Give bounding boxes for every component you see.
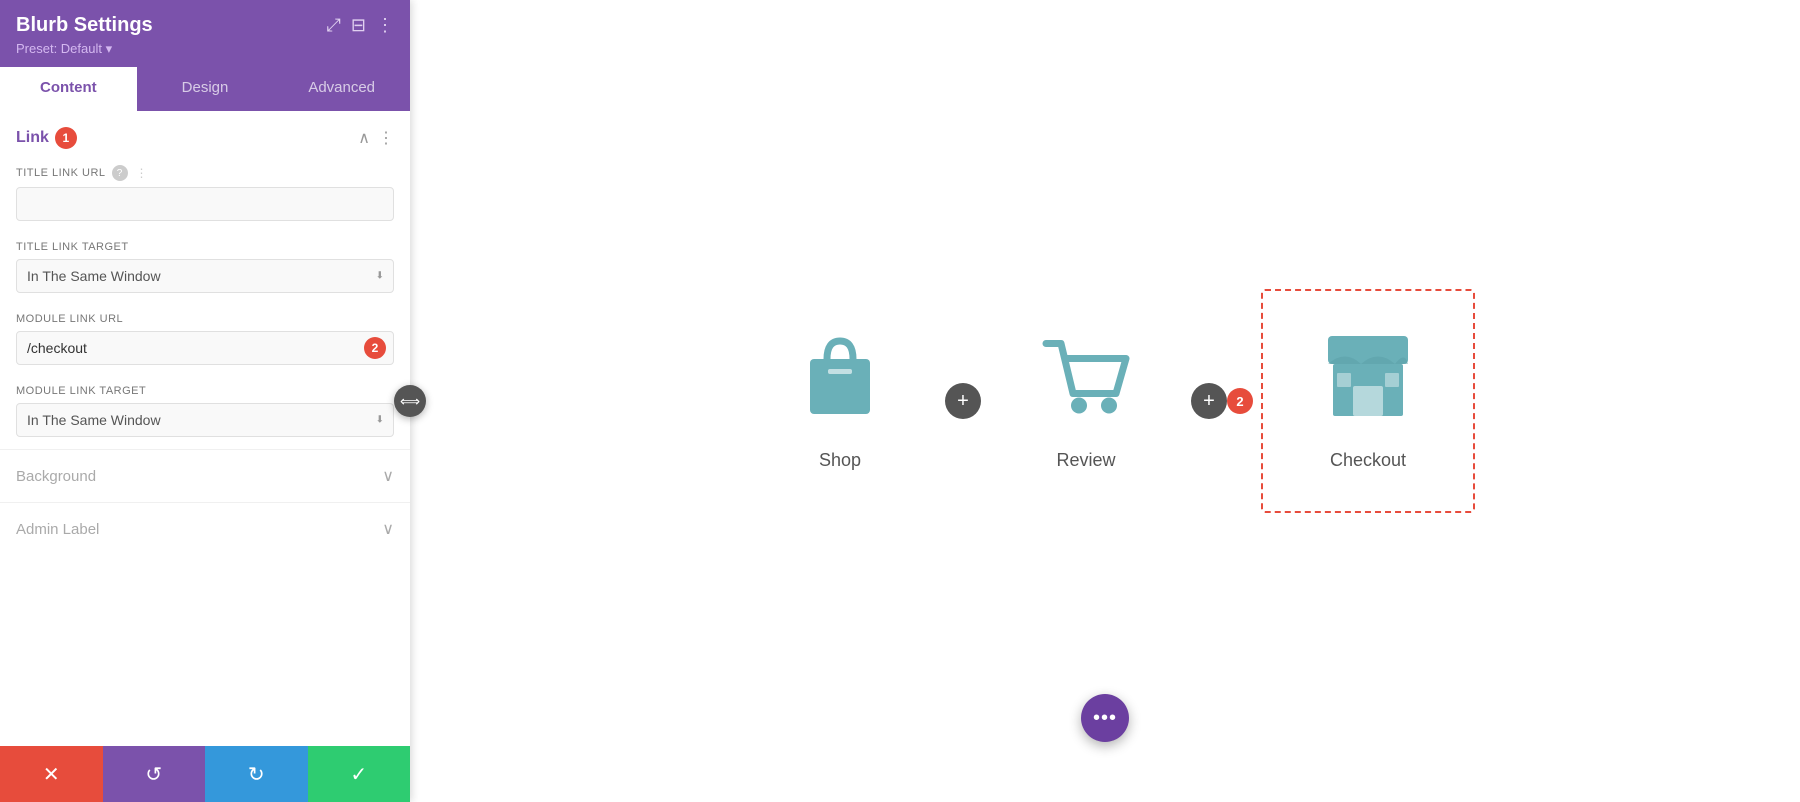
- fullscreen-icon[interactable]: ⤢: [327, 15, 341, 36]
- link-section-title: Link 1: [16, 127, 77, 149]
- undo-button[interactable]: ↺: [103, 746, 206, 802]
- link-section: Link 1 ∧ ⋮ Title Link URL ? ⋮: [0, 111, 410, 449]
- title-link-target-group: Title Link Target In The Same Window In …: [0, 233, 410, 305]
- review-label: Review: [1056, 450, 1115, 471]
- collapse-icon[interactable]: ∧: [358, 128, 370, 148]
- shop-label: Shop: [819, 450, 861, 471]
- title-link-url-input[interactable]: [16, 187, 394, 221]
- link-badge: 1: [55, 127, 77, 149]
- blurb-shop[interactable]: Shop: [735, 291, 945, 511]
- blurb-review[interactable]: Review: [981, 291, 1191, 511]
- background-chevron: ∨: [382, 466, 394, 486]
- link-section-header: Link 1 ∧ ⋮: [0, 111, 410, 157]
- module-link-url-group: Module Link URL 2: [0, 305, 410, 377]
- panel-preset[interactable]: Preset: Default ▾: [16, 41, 394, 57]
- module-link-target-group: Module Link Target In The Same Window In…: [0, 377, 410, 449]
- add-between-shop-review[interactable]: +: [945, 383, 981, 419]
- module-link-target-select-wrap: In The Same Window In A New Window: [16, 403, 394, 437]
- background-section[interactable]: Background ∨: [0, 449, 410, 502]
- link-label: Link: [16, 129, 49, 147]
- tab-advanced[interactable]: Advanced: [273, 67, 410, 111]
- tab-content[interactable]: Content: [0, 67, 137, 111]
- field-more-icon[interactable]: ⋮: [136, 166, 148, 180]
- title-link-url-label: Title Link URL ? ⋮: [16, 165, 394, 181]
- module-link-url-input[interactable]: [16, 331, 394, 365]
- redo-button[interactable]: ↻: [205, 746, 308, 802]
- canvas-badge-2: 2: [1227, 388, 1253, 414]
- background-label: Background: [16, 468, 96, 485]
- columns-icon[interactable]: ⊟: [351, 15, 366, 36]
- panel-header-icons: ⤢ ⊟ ⋮: [327, 15, 395, 36]
- module-link-target-label: Module Link Target: [16, 385, 394, 397]
- admin-label-section[interactable]: Admin Label ∨: [0, 502, 410, 555]
- module-link-url-label: Module Link URL: [16, 313, 394, 325]
- module-link-target-select[interactable]: In The Same Window In A New Window: [16, 403, 394, 437]
- canvas-content: Shop + Review + 2: [505, 289, 1705, 513]
- panel-header: Blurb Settings ⤢ ⊟ ⋮ Preset: Default ▾: [0, 0, 410, 67]
- cancel-button[interactable]: ✕: [0, 746, 103, 802]
- admin-label-text: Admin Label: [16, 521, 99, 538]
- checkout-label: Checkout: [1330, 450, 1406, 471]
- title-link-target-label: Title Link Target: [16, 241, 394, 253]
- add-between-review-checkout[interactable]: +: [1191, 383, 1227, 419]
- dots-fab[interactable]: •••: [1081, 694, 1129, 742]
- panel-footer: ✕ ↺ ↻ ✓: [0, 746, 410, 802]
- shop-icon: [795, 331, 885, 434]
- left-panel: Blurb Settings ⤢ ⊟ ⋮ Preset: Default ▾ C…: [0, 0, 410, 802]
- save-button[interactable]: ✓: [308, 746, 411, 802]
- resize-handle[interactable]: ⟺: [394, 385, 426, 417]
- blurb-checkout[interactable]: Checkout: [1261, 289, 1475, 513]
- tab-design[interactable]: Design: [137, 67, 274, 111]
- admin-label-chevron: ∨: [382, 519, 394, 539]
- panel-tabs: Content Design Advanced: [0, 67, 410, 111]
- canvas: Shop + Review + 2: [410, 0, 1800, 802]
- title-link-url-group: Title Link URL ? ⋮: [0, 157, 410, 233]
- module-link-url-wrap: 2: [16, 331, 394, 365]
- more-options-icon[interactable]: ⋮: [378, 128, 394, 148]
- help-icon[interactable]: ?: [112, 165, 128, 181]
- link-section-actions: ∧ ⋮: [358, 128, 394, 148]
- review-icon: [1041, 331, 1131, 434]
- panel-body: Link 1 ∧ ⋮ Title Link URL ? ⋮: [0, 111, 410, 746]
- title-link-target-select[interactable]: In The Same Window In A New Window: [16, 259, 394, 293]
- panel-title: Blurb Settings: [16, 14, 153, 37]
- more-icon[interactable]: ⋮: [376, 15, 394, 36]
- checkout-icon: [1323, 331, 1413, 434]
- module-link-badge: 2: [364, 337, 386, 359]
- title-link-target-select-wrap: In The Same Window In A New Window: [16, 259, 394, 293]
